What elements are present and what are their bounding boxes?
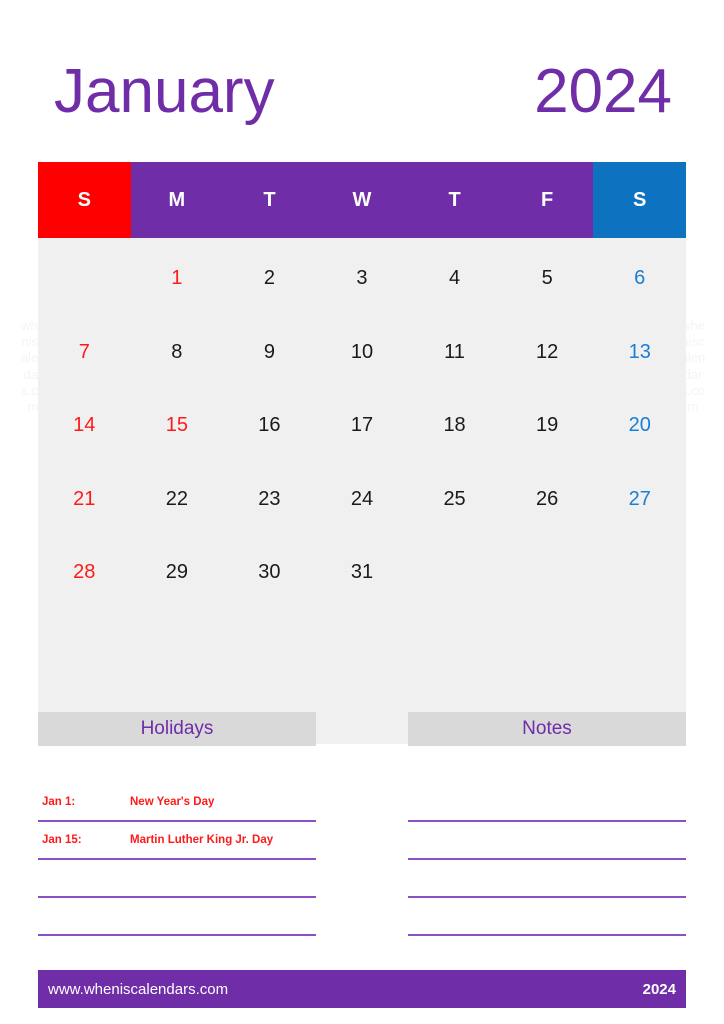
day-cell-empty <box>593 610 686 684</box>
holidays-line[interactable]: Jan 1: New Year's Day <box>38 784 316 822</box>
day-cell-7[interactable]: 7 <box>38 316 131 390</box>
day-cell-empty <box>316 610 409 684</box>
holiday-date: Jan 15: <box>42 834 82 846</box>
weekday-header-2: T <box>223 162 316 238</box>
weekday-header-5: F <box>500 162 594 238</box>
holidays-line[interactable]: Jan 15: Martin Luther King Jr. Day <box>38 822 316 860</box>
day-cell-5[interactable]: 5 <box>501 242 594 316</box>
calendar-week-row <box>38 610 686 684</box>
holidays-panel: Holidays Jan 1: New Year's Day Jan 15: Mart… <box>38 712 316 974</box>
day-cell-3[interactable]: 3 <box>316 242 409 316</box>
calendar-week-row: 7 8 9 10 11 12 13 <box>38 316 686 390</box>
notes-line[interactable] <box>408 898 686 936</box>
weekday-header-4: T <box>408 162 501 238</box>
day-cell-25[interactable]: 25 <box>408 463 501 537</box>
page-title: January 2024 <box>38 42 686 142</box>
day-cell-empty <box>408 536 501 610</box>
weekday-header-6: S <box>593 162 686 238</box>
footer-website[interactable]: www.wheniscalendars.com <box>48 981 228 998</box>
holidays-line[interactable] <box>38 860 316 898</box>
day-cell-21[interactable]: 21 <box>38 463 131 537</box>
holidays-line[interactable] <box>38 936 316 974</box>
calendar-grid: SMTWTFS 1 2 3 4 5 6 7 8 9 10 11 12 13 14 15 16 17 18 19 20 2… <box>38 162 686 744</box>
day-cell-2[interactable]: 2 <box>223 242 316 316</box>
bottom-panels: Holidays Jan 1: New Year's Day Jan 15: Mart… <box>38 712 686 974</box>
calendar-week-row: 14 15 16 17 18 19 20 <box>38 389 686 463</box>
day-cell-14[interactable]: 14 <box>38 389 131 463</box>
day-cell-empty <box>501 610 594 684</box>
footer-year: 2024 <box>642 980 676 998</box>
notes-line[interactable] <box>408 860 686 898</box>
day-cell-15[interactable]: 15 <box>131 389 224 463</box>
holidays-lines: Jan 1: New Year's Day Jan 15: Martin Luther… <box>38 784 316 974</box>
day-cell-11[interactable]: 11 <box>408 316 501 390</box>
notes-line[interactable] <box>408 784 686 822</box>
day-cell-8[interactable]: 8 <box>131 316 224 390</box>
day-cell-28[interactable]: 28 <box>38 536 131 610</box>
notes-line[interactable] <box>408 822 686 860</box>
calendar-week-row: 28 29 30 31 <box>38 536 686 610</box>
day-cell-empty <box>501 536 594 610</box>
day-cell-22[interactable]: 22 <box>131 463 224 537</box>
day-cell-empty <box>38 242 131 316</box>
day-cell-16[interactable]: 16 <box>223 389 316 463</box>
day-cell-empty <box>223 610 316 684</box>
calendar-week-row: 123456 <box>38 242 686 316</box>
day-cell-6[interactable]: 6 <box>593 242 686 316</box>
holidays-panel-title: Holidays <box>38 712 316 746</box>
day-cell-empty <box>408 610 501 684</box>
day-cell-20[interactable]: 20 <box>593 389 686 463</box>
holiday-date: Jan 1: <box>42 796 76 808</box>
weekday-header-3: W <box>315 162 409 238</box>
day-cell-31[interactable]: 31 <box>316 536 409 610</box>
holiday-name: Martin Luther King Jr. Day <box>130 834 274 846</box>
year-title: 2024 <box>534 57 672 126</box>
notes-lines <box>408 784 686 974</box>
day-cell-1[interactable]: 1 <box>131 242 224 316</box>
day-cell-17[interactable]: 17 <box>316 389 409 463</box>
weekday-header-row: SMTWTFS <box>38 162 686 238</box>
day-cell-24[interactable]: 24 <box>316 463 409 537</box>
calendar-page: wheniscalendars.com wheniscalendars.com … <box>0 0 724 1024</box>
day-cell-30[interactable]: 30 <box>223 536 316 610</box>
day-cell-10[interactable]: 10 <box>316 316 409 390</box>
day-cell-23[interactable]: 23 <box>223 463 316 537</box>
day-cell-29[interactable]: 29 <box>131 536 224 610</box>
day-cell-4[interactable]: 4 <box>408 242 501 316</box>
day-cell-empty <box>38 610 131 684</box>
weekday-header-0: S <box>38 162 131 238</box>
holidays-line[interactable] <box>38 898 316 936</box>
notes-panel-title: Notes <box>408 712 686 746</box>
day-cell-18[interactable]: 18 <box>408 389 501 463</box>
day-cell-9[interactable]: 9 <box>223 316 316 390</box>
holiday-name: New Year's Day <box>130 796 215 808</box>
notes-panel: Notes <box>408 712 686 974</box>
weekday-header-1: M <box>130 162 224 238</box>
footer-bar: www.wheniscalendars.com 2024 <box>38 970 686 1008</box>
day-cell-13[interactable]: 13 <box>593 316 686 390</box>
day-cell-27[interactable]: 27 <box>593 463 686 537</box>
day-cell-empty <box>131 610 224 684</box>
day-cell-empty <box>593 536 686 610</box>
calendar-week-row: 21 22 23 24 25 26 27 <box>38 463 686 537</box>
month-title: January <box>54 57 275 126</box>
calendar-body: 1 2 3 4 5 6 7 8 9 10 11 12 13 14 15 16 17 18 19 20 21 22 23 24 2… <box>38 238 686 744</box>
notes-line[interactable] <box>408 936 686 974</box>
day-cell-12[interactable]: 12 <box>501 316 594 390</box>
day-cell-19[interactable]: 19 <box>501 389 594 463</box>
day-cell-26[interactable]: 26 <box>501 463 594 537</box>
